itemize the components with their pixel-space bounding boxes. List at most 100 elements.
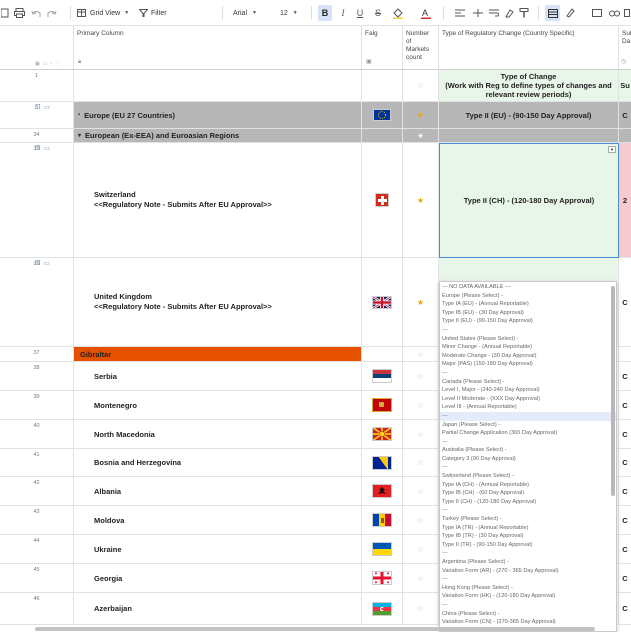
font-size-dropdown[interactable]: 12 ▼ bbox=[280, 5, 302, 21]
comment-icon[interactable]: ▭ bbox=[44, 104, 50, 111]
attachment-icon[interactable]: ❐ bbox=[35, 104, 40, 111]
dropdown-option[interactable]: Turkey (Please Select) - bbox=[440, 515, 616, 524]
star-filled-icon[interactable]: ★ bbox=[417, 111, 424, 120]
dropdown-option[interactable]: Type IB (CH) - (60 Day Approval) bbox=[440, 489, 616, 498]
valign-icon[interactable] bbox=[471, 5, 485, 21]
flag-cell[interactable] bbox=[362, 449, 403, 477]
star-filled-icon[interactable]: ★ bbox=[417, 298, 424, 307]
primary-cell[interactable]: Ukraine bbox=[74, 535, 362, 564]
markets-cell[interactable]: ★ bbox=[403, 258, 439, 347]
print-icon[interactable] bbox=[12, 5, 26, 21]
submission-cell[interactable]: C bbox=[619, 420, 631, 449]
submission-cell[interactable]: C bbox=[619, 102, 631, 129]
dropdown-option[interactable]: Type II (CH) - (120-180 Day Approval) bbox=[440, 498, 616, 507]
primary-cell[interactable]: Bosnia and Herzegovina bbox=[74, 449, 362, 477]
markets-cell[interactable]: ☆ bbox=[403, 535, 439, 564]
comment-icon[interactable]: ▭ bbox=[44, 145, 50, 152]
horizontal-scrollbar[interactable] bbox=[35, 627, 595, 631]
submission-cell[interactable]: C bbox=[619, 593, 631, 625]
column-header-primary[interactable]: Primary Column 🔒︎ bbox=[74, 26, 362, 70]
markets-cell[interactable]: ☆ bbox=[403, 477, 439, 506]
dropdown-option[interactable]: Hong Kong (Please Select) - bbox=[440, 584, 616, 593]
submission-cell[interactable]: C bbox=[619, 449, 631, 477]
markets-cell[interactable]: ☆ bbox=[403, 362, 439, 391]
primary-cell[interactable]: Moldova bbox=[74, 506, 362, 535]
dropdown-option[interactable]: --- NO DATA AVAILABLE --- bbox=[440, 283, 616, 292]
dropdown-option[interactable]: Argentina (Please Select) - bbox=[440, 558, 616, 567]
flag-cell[interactable] bbox=[362, 70, 403, 102]
dropdown-option[interactable]: Type IA (TR) - (Annual Reportable) bbox=[440, 524, 616, 533]
dropdown-option[interactable]: Type IB (EU) - (30 Day Approval) bbox=[440, 309, 616, 318]
dropdown-option[interactable]: Level III - (Annual Reportable) bbox=[440, 403, 616, 412]
type-of-change-dropdown-menu[interactable]: --- NO DATA AVAILABLE --- Europe (Please … bbox=[439, 281, 617, 632]
type-of-change-cell[interactable]: Type of Change (Work with Reg to define … bbox=[439, 70, 619, 102]
dropdown-option[interactable]: --- bbox=[440, 463, 616, 472]
markets-cell[interactable]: ☆ bbox=[403, 593, 439, 625]
markets-cell[interactable]: ☆ bbox=[403, 420, 439, 449]
card-view-icon[interactable] bbox=[545, 5, 560, 21]
dropdown-option[interactable]: Type II (EU) - (90-150 Day Approval) bbox=[440, 317, 616, 326]
primary-cell[interactable] bbox=[74, 70, 362, 102]
type-of-change-cell-selected[interactable]: Type II (CH) - (120-180 Day Approval) ▼ bbox=[439, 143, 619, 258]
submission-cell[interactable]: C bbox=[619, 506, 631, 535]
fill-color-icon[interactable] bbox=[389, 5, 407, 21]
star-icon[interactable]: ☆ bbox=[417, 545, 424, 554]
flag-cell[interactable] bbox=[362, 593, 403, 625]
collapse-icon[interactable]: ▾ bbox=[78, 132, 81, 139]
redo-icon[interactable] bbox=[45, 5, 59, 21]
dropdown-option[interactable]: Europe (Please Select) - bbox=[440, 292, 616, 301]
dropdown-option[interactable]: --- bbox=[440, 369, 616, 378]
dropdown-option[interactable]: Type II (TR) - (90-150 Day Approval) bbox=[440, 541, 616, 550]
dropdown-option[interactable]: Type IA (EU) - (Annual Reportable) bbox=[440, 300, 616, 309]
submission-cell[interactable]: C bbox=[619, 258, 631, 347]
attachment-icon[interactable]: ❐ bbox=[35, 145, 40, 152]
submission-cell[interactable]: C bbox=[619, 535, 631, 564]
markets-cell[interactable]: ☆ bbox=[403, 70, 439, 102]
submission-cell[interactable]: C bbox=[619, 564, 631, 593]
column-header-flag[interactable]: Falg ▣ bbox=[362, 26, 403, 70]
star-icon[interactable]: ☆ bbox=[417, 516, 424, 525]
side-panel-icon[interactable] bbox=[0, 5, 10, 21]
primary-cell[interactable]: ▪ Europe (EU 27 Countries) bbox=[74, 102, 362, 129]
star-icon[interactable]: ☆ bbox=[417, 604, 424, 613]
submission-cell[interactable]: C bbox=[619, 391, 631, 420]
primary-cell[interactable]: Serbia bbox=[74, 362, 362, 391]
attachment-icon[interactable]: ❐ bbox=[35, 260, 40, 267]
flag-cell[interactable] bbox=[362, 564, 403, 593]
dropdown-option[interactable]: Level I, Major - (240-240 Day Approval) bbox=[440, 386, 616, 395]
dropdown-option[interactable]: Canada (Please Select) - bbox=[440, 378, 616, 387]
primary-cell[interactable]: Georgia bbox=[74, 564, 362, 593]
flag-cell[interactable] bbox=[362, 506, 403, 535]
link-icon[interactable] bbox=[607, 5, 621, 21]
wrap-text-icon[interactable] bbox=[487, 5, 501, 21]
strikethrough-icon[interactable]: S bbox=[371, 5, 385, 21]
submission-cell[interactable]: C bbox=[619, 477, 631, 506]
comment-icon[interactable]: ▭ bbox=[44, 260, 50, 267]
dropdown-option[interactable]: Japan (Please Select) - bbox=[440, 421, 616, 430]
markets-cell[interactable]: ☆ bbox=[403, 391, 439, 420]
star-icon[interactable]: ☆ bbox=[417, 372, 424, 381]
clear-format-icon[interactable] bbox=[502, 5, 516, 21]
dropdown-option[interactable]: Type IA (CH) - (Annual Reportable) bbox=[440, 481, 616, 490]
flag-cell[interactable] bbox=[362, 102, 403, 129]
dropdown-option[interactable]: Switzerland (Please Select) - bbox=[440, 472, 616, 481]
flag-cell[interactable] bbox=[362, 477, 403, 506]
font-family-dropdown[interactable]: Arial ▼ bbox=[233, 5, 267, 21]
dropdown-option[interactable]: --- bbox=[440, 601, 616, 610]
column-header-submission[interactable]: Sub Da ◷ bbox=[619, 26, 631, 70]
submission-cell[interactable] bbox=[619, 347, 631, 362]
markets-cell[interactable]: ☆ bbox=[403, 506, 439, 535]
dropdown-option[interactable]: --- bbox=[440, 575, 616, 584]
column-header-number-of-markets[interactable]: Number of Markets count ☆ bbox=[403, 26, 439, 70]
dropdown-option[interactable]: --- bbox=[440, 438, 616, 447]
flag-cell[interactable] bbox=[362, 129, 403, 143]
flag-cell[interactable] bbox=[362, 347, 403, 362]
primary-cell[interactable]: Montenegro bbox=[74, 391, 362, 420]
star-icon[interactable]: ☆ bbox=[417, 401, 424, 410]
submission-cell[interactable]: 2 bbox=[619, 143, 631, 258]
markets-cell[interactable]: ☆ bbox=[403, 347, 439, 362]
dropdown-option[interactable]: --- bbox=[440, 326, 616, 335]
dropdown-option[interactable]: United States (Please Select) - bbox=[440, 335, 616, 344]
dropdown-option[interactable]: Category 3 (90 Day Approval) bbox=[440, 455, 616, 464]
dropdown-option[interactable]: Level II Moderate - (XXX Day Approval) bbox=[440, 395, 616, 404]
